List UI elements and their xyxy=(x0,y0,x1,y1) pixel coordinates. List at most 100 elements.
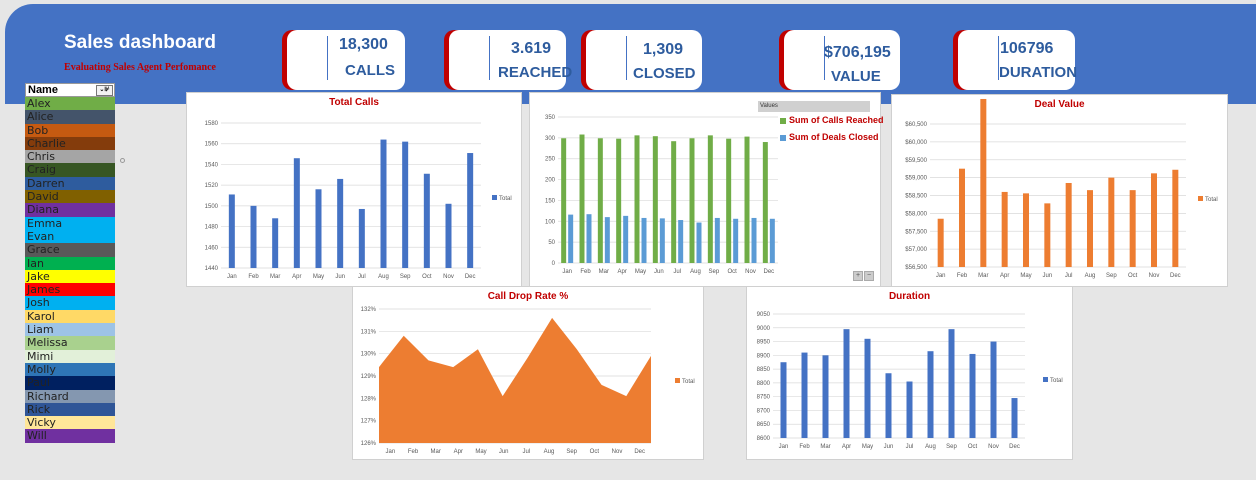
slicer-item[interactable]: Liam xyxy=(25,323,115,337)
slicer-item[interactable]: Charlie xyxy=(25,136,115,151)
slicer-item[interactable]: Karol xyxy=(25,309,115,324)
resize-handle[interactable] xyxy=(120,158,125,163)
y-tick-label: $60,500 xyxy=(905,122,927,128)
bar xyxy=(689,138,695,263)
bar xyxy=(337,178,344,268)
x-tick-label: Jul xyxy=(522,449,530,455)
y-tick-label: 150 xyxy=(545,198,556,204)
slicer-item[interactable]: Josh xyxy=(25,296,115,310)
x-tick-label: Nov xyxy=(1149,273,1160,279)
y-tick-label: $56,500 xyxy=(905,265,927,271)
x-tick-label: Nov xyxy=(745,269,756,275)
y-tick-label: 9050 xyxy=(757,312,771,318)
bar xyxy=(769,218,775,263)
slicer-item[interactable]: Jake xyxy=(25,269,115,284)
x-tick-label: Oct xyxy=(422,274,432,280)
bar xyxy=(726,138,732,263)
bar xyxy=(980,98,987,267)
bar xyxy=(678,220,684,263)
x-tick-label: Oct xyxy=(727,269,737,275)
slicer-item[interactable]: Will xyxy=(25,429,115,443)
slicer-item[interactable]: Craig xyxy=(25,163,115,177)
kpi-value-label: VALUE xyxy=(831,68,881,85)
y-tick-label: 8650 xyxy=(757,422,771,428)
legend-label: Total xyxy=(1050,378,1063,384)
bar xyxy=(843,329,850,438)
bar xyxy=(597,138,603,263)
slicer-item[interactable]: Diana xyxy=(25,203,115,217)
bar xyxy=(751,217,757,263)
slicer-item[interactable]: Emma xyxy=(25,216,115,230)
bar xyxy=(780,362,787,438)
slicer-item[interactable]: David xyxy=(25,190,115,204)
x-tick-label: Aug xyxy=(544,449,555,455)
collapse-button[interactable]: − xyxy=(864,271,874,281)
slicer-filter-button[interactable]: ⌄⊮ xyxy=(96,85,113,96)
x-tick-label: Nov xyxy=(443,274,454,280)
slicer-item[interactable]: Richard xyxy=(25,389,115,403)
kpi-reached-label: REACHED xyxy=(498,64,573,81)
bar xyxy=(467,153,474,268)
kpi-closed-value: 1,309 xyxy=(643,41,684,58)
slicer-item[interactable]: Darren xyxy=(25,176,115,191)
bar xyxy=(1023,193,1029,267)
x-tick-label: Feb xyxy=(580,269,591,275)
x-tick-label: Dec xyxy=(1009,444,1020,450)
slicer-item[interactable]: Bob xyxy=(25,123,115,137)
slicer-item[interactable]: Evan xyxy=(25,229,115,244)
kpi-duration-label: DURATION xyxy=(999,64,1078,81)
x-tick-label: Jul xyxy=(673,269,681,275)
slicer-item[interactable]: Grace xyxy=(25,243,115,257)
y-tick-label: 132% xyxy=(361,307,377,313)
y-tick-label: 127% xyxy=(361,419,377,425)
deal-value-svg: $56,500 $57,000 $57,500 $58,000 $58,500 $59,0… xyxy=(905,98,1218,279)
slicer-item[interactable]: Alice xyxy=(25,110,115,124)
slicer-item[interactable]: Paul xyxy=(25,376,115,390)
slicer-item[interactable]: Molly xyxy=(25,362,115,377)
slicer-item[interactable]: Alex xyxy=(25,97,115,111)
legend-label: Total xyxy=(682,379,695,385)
x-tick-label: Jan xyxy=(227,274,237,280)
bar xyxy=(1087,190,1093,267)
slicer-item[interactable]: Chris xyxy=(25,150,115,164)
x-tick-label: Sep xyxy=(566,449,577,455)
bar xyxy=(1129,190,1136,267)
y-tick-label: 1440 xyxy=(205,266,219,272)
slicer-item[interactable]: Melissa xyxy=(25,336,115,350)
x-tick-label: Oct xyxy=(590,449,600,455)
y-tick-label: 300 xyxy=(545,136,556,142)
x-tick-label: Nov xyxy=(988,444,999,450)
y-tick-label: 9000 xyxy=(757,326,771,332)
slicer-item[interactable]: James xyxy=(25,283,115,297)
y-tick-label: $60,000 xyxy=(905,140,927,146)
slicer-header: Name ⌄⊮ xyxy=(25,83,115,97)
chart-title: Total Calls xyxy=(329,97,379,108)
values-field-button[interactable]: Values xyxy=(758,101,870,112)
x-tick-label: Dec xyxy=(1170,273,1181,279)
x-tick-label: Mar xyxy=(978,273,988,279)
x-tick-label: Dec xyxy=(465,274,476,280)
x-tick-label: Apr xyxy=(617,269,626,275)
y-tick-label: 1460 xyxy=(205,245,219,251)
dashboard-title: Sales dashboard xyxy=(63,32,217,53)
bar xyxy=(579,134,585,263)
bar xyxy=(864,338,871,438)
slicer-item[interactable]: Vicky xyxy=(25,416,115,430)
total-calls-chart: Total Calls 1440 1460 1480 1500 1520 1540 1560… xyxy=(186,92,522,287)
bar xyxy=(1044,203,1051,267)
y-tick-label: 8600 xyxy=(757,436,771,442)
y-tick-label: 1500 xyxy=(205,204,219,210)
kpi-calls-card: 18,300 CALLS xyxy=(287,30,405,90)
slicer-item[interactable]: Ian xyxy=(25,256,115,270)
kpi-reached-value: 3.619 xyxy=(511,40,552,57)
chart-title: Call Drop Rate % xyxy=(487,291,569,302)
bar xyxy=(1001,191,1008,267)
bar xyxy=(744,136,750,263)
slicer-item[interactable]: Mimi xyxy=(25,349,115,363)
name-slicer: Name ⌄⊮ Alex Alice Bob Charlie Chris Craig Dar… xyxy=(25,83,115,443)
expand-button[interactable]: + xyxy=(853,271,863,281)
x-tick-label: Sep xyxy=(1106,273,1117,279)
slicer-item[interactable]: Rick xyxy=(25,402,115,417)
y-tick-label: 1480 xyxy=(205,225,219,231)
x-tick-label: May xyxy=(862,444,873,450)
